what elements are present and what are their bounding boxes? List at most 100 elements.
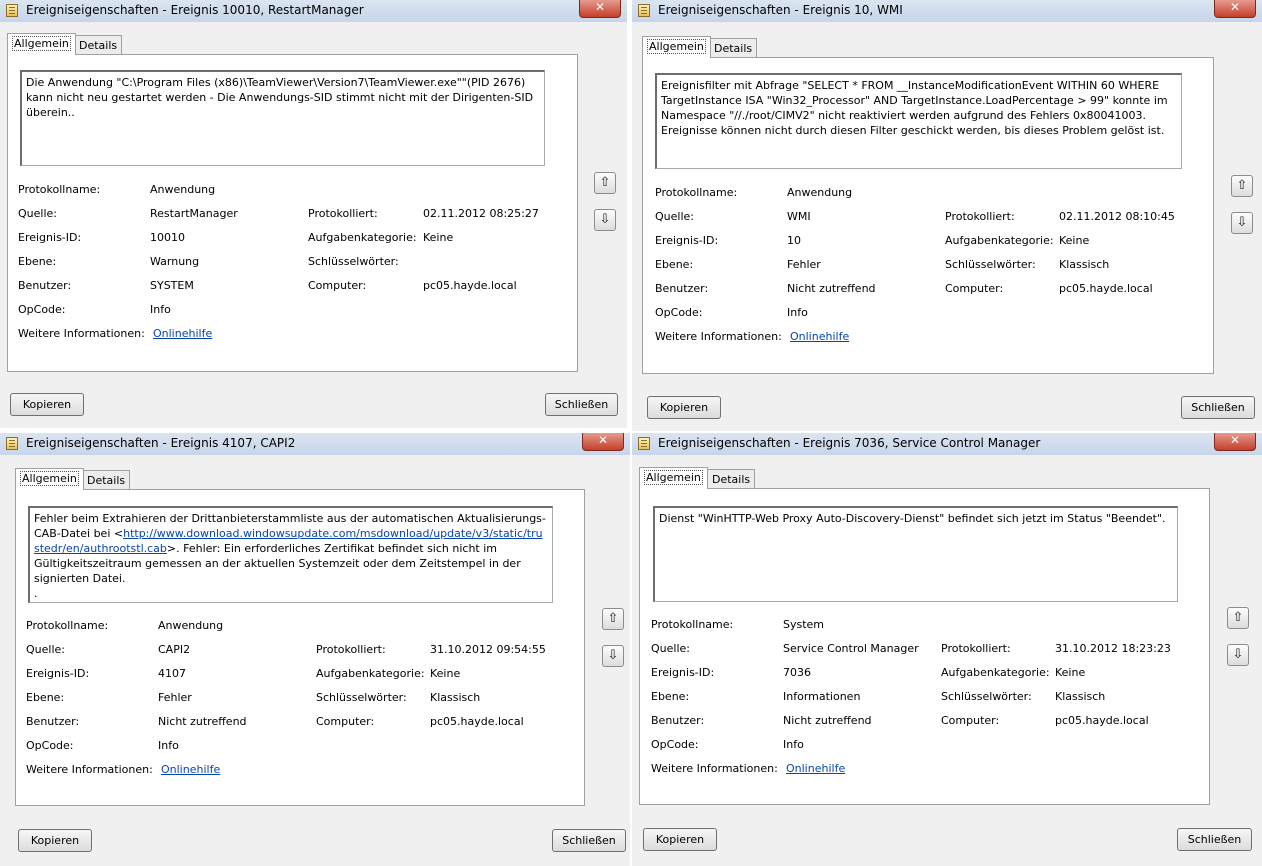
value-opcode: Info xyxy=(783,738,804,751)
close-window-button[interactable]: ✕ xyxy=(1214,433,1256,451)
label-opcode: OpCode: xyxy=(18,303,66,316)
label-level: Ebene: xyxy=(18,255,57,268)
next-event-button[interactable]: ⇩ xyxy=(1227,644,1249,666)
label-keywords: Schlüsselwörter: xyxy=(316,691,407,704)
label-user: Benutzer: xyxy=(655,282,709,295)
next-event-button[interactable]: ⇩ xyxy=(1231,212,1253,234)
previous-event-button[interactable]: ⇧ xyxy=(1231,175,1253,197)
value-user: Nicht zutreffend xyxy=(783,714,872,727)
value-source: CAPI2 xyxy=(158,643,191,656)
label-computer: Computer: xyxy=(308,279,367,292)
window-title: Ereigniseigenschaften - Ereignis 10, WMI xyxy=(658,3,903,17)
event-window-service-control-manager: Ereigniseigenschaften - Ereignis 7036, S… xyxy=(632,433,1262,866)
online-help-link[interactable]: Onlinehilfe xyxy=(161,763,220,776)
value-task-category: Keine xyxy=(1059,234,1090,247)
label-keywords: Schlüsselwörter: xyxy=(308,255,399,268)
event-description[interactable]: Ereignisfilter mit Abfrage "SELECT * FRO… xyxy=(655,73,1182,169)
value-task-category: Keine xyxy=(430,667,461,680)
title-bar[interactable]: Ereigniseigenschaften - Ereignis 10, WMI… xyxy=(632,0,1262,22)
previous-event-button[interactable]: ⇧ xyxy=(1227,607,1249,629)
value-event-id: 4107 xyxy=(158,667,186,680)
event-window-capi2: Ereigniseigenschaften - Ereignis 4107, C… xyxy=(0,433,630,866)
value-logged: 31.10.2012 18:23:23 xyxy=(1055,642,1171,655)
label-task-category: Aufgabenkategorie: xyxy=(945,234,1054,247)
label-user: Benutzer: xyxy=(651,714,705,727)
tab-details[interactable]: Details xyxy=(74,35,123,55)
value-task-category: Keine xyxy=(423,231,454,244)
event-window-restartmanager: Ereigniseigenschaften - Ereignis 10010, … xyxy=(0,0,627,428)
label-source: Quelle: xyxy=(655,210,694,223)
title-bar[interactable]: Ereigniseigenschaften - Ereignis 4107, C… xyxy=(0,433,630,455)
label-logged: Protokolliert: xyxy=(941,642,1011,655)
value-user: Nicht zutreffend xyxy=(787,282,876,295)
tab-allgemein[interactable]: Allgemein xyxy=(15,468,84,490)
online-help-link[interactable]: Onlinehilfe xyxy=(790,330,849,343)
label-opcode: OpCode: xyxy=(651,738,699,751)
copy-button[interactable]: Kopieren xyxy=(647,396,721,419)
label-task-category: Aufgabenkategorie: xyxy=(308,231,417,244)
title-bar[interactable]: Ereigniseigenschaften - Ereignis 10010, … xyxy=(0,0,627,22)
online-help-link[interactable]: Onlinehilfe xyxy=(786,762,845,775)
label-more-info: Weitere Informationen: xyxy=(655,330,782,343)
value-logged: 31.10.2012 09:54:55 xyxy=(430,643,546,656)
value-opcode: Info xyxy=(158,739,179,752)
value-log-name: Anwendung xyxy=(150,183,216,196)
label-user: Benutzer: xyxy=(18,279,72,292)
label-keywords: Schlüsselwörter: xyxy=(945,258,1036,271)
previous-event-button[interactable]: ⇧ xyxy=(594,172,616,194)
next-event-button[interactable]: ⇩ xyxy=(602,645,624,667)
value-source: RestartManager xyxy=(150,207,238,220)
window-title: Ereigniseigenschaften - Ereignis 4107, C… xyxy=(26,436,296,450)
close-button[interactable]: Schließen xyxy=(1177,828,1252,851)
close-button[interactable]: Schließen xyxy=(1181,396,1255,419)
label-opcode: OpCode: xyxy=(655,306,703,319)
label-more-info: Weitere Informationen: xyxy=(26,763,153,776)
event-description[interactable]: Fehler beim Extrahieren der Drittanbiete… xyxy=(28,506,553,603)
label-keywords: Schlüsselwörter: xyxy=(941,690,1032,703)
close-button[interactable]: Schließen xyxy=(552,829,626,852)
label-event-id: Ereignis-ID: xyxy=(18,231,82,244)
value-keywords: Klassisch xyxy=(1055,690,1106,703)
event-log-icon xyxy=(6,437,18,450)
copy-button[interactable]: Kopieren xyxy=(18,829,92,852)
event-log-icon xyxy=(638,4,650,17)
previous-event-button[interactable]: ⇧ xyxy=(602,608,624,630)
value-event-id: 10010 xyxy=(150,231,185,244)
value-log-name: Anwendung xyxy=(787,186,853,199)
close-button[interactable]: Schließen xyxy=(545,393,618,416)
event-description[interactable]: Dienst "WinHTTP-Web Proxy Auto-Discovery… xyxy=(653,506,1178,602)
label-level: Ebene: xyxy=(26,691,65,704)
label-log-name: Protokollname: xyxy=(655,186,738,199)
copy-button[interactable]: Kopieren xyxy=(10,393,84,416)
value-computer: pc05.hayde.local xyxy=(1055,714,1149,727)
label-event-id: Ereignis-ID: xyxy=(655,234,719,247)
tab-allgemein[interactable]: Allgemein xyxy=(642,36,711,58)
value-keywords: Klassisch xyxy=(430,691,481,704)
label-level: Ebene: xyxy=(655,258,694,271)
tab-details[interactable]: Details xyxy=(707,469,756,489)
label-logged: Protokolliert: xyxy=(945,210,1015,223)
value-level: Informationen xyxy=(783,690,861,703)
label-task-category: Aufgabenkategorie: xyxy=(941,666,1050,679)
value-event-id: 7036 xyxy=(783,666,811,679)
label-log-name: Protokollname: xyxy=(18,183,101,196)
tab-allgemein[interactable]: Allgemein xyxy=(7,33,76,55)
value-level: Fehler xyxy=(158,691,192,704)
tab-details[interactable]: Details xyxy=(82,470,131,490)
value-level: Warnung xyxy=(150,255,200,268)
label-computer: Computer: xyxy=(945,282,1004,295)
title-bar[interactable]: Ereigniseigenschaften - Ereignis 7036, S… xyxy=(632,433,1262,455)
close-window-button[interactable]: ✕ xyxy=(1214,0,1256,18)
value-log-name: System xyxy=(783,618,825,631)
tab-details[interactable]: Details xyxy=(709,38,758,58)
tab-allgemein[interactable]: Allgemein xyxy=(639,467,708,489)
online-help-link[interactable]: Onlinehilfe xyxy=(153,327,212,340)
close-window-button[interactable]: ✕ xyxy=(582,433,624,451)
event-description[interactable]: Die Anwendung "C:\Program Files (x86)\Te… xyxy=(20,70,545,166)
label-task-category: Aufgabenkategorie: xyxy=(316,667,425,680)
label-source: Quelle: xyxy=(651,642,690,655)
close-window-button[interactable]: ✕ xyxy=(579,0,621,18)
label-source: Quelle: xyxy=(26,643,65,656)
next-event-button[interactable]: ⇩ xyxy=(594,209,616,231)
copy-button[interactable]: Kopieren xyxy=(643,828,717,851)
